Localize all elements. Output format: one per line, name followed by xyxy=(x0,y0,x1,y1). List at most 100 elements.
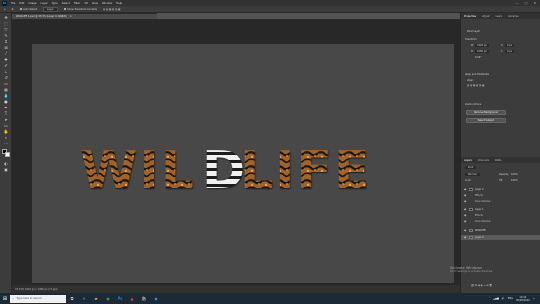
pen-tool-icon[interactable]: ✒ xyxy=(3,105,9,110)
background-color-swatch[interactable] xyxy=(5,152,10,157)
language-indicator[interactable]: ENG xyxy=(508,297,513,300)
eye-icon[interactable]: ◉ xyxy=(464,188,467,191)
menu-help[interactable]: Help xyxy=(116,2,122,5)
vscode-icon[interactable]: ◆ xyxy=(150,293,162,304)
layer-row-layer-1[interactable]: ◉ Layer 1 xyxy=(461,207,540,212)
menu-view[interactable]: View xyxy=(92,2,98,5)
menu-3d[interactable]: 3D xyxy=(84,2,88,5)
more-tools-icon[interactable]: ⋯ xyxy=(3,141,9,146)
close-tab-icon[interactable]: ✕ xyxy=(70,15,72,18)
task-view-icon[interactable]: ⧉ xyxy=(66,293,78,304)
layer-row-wildlife[interactable]: ◉ WILDLIFE xyxy=(461,228,540,233)
layer-row-drop-shadow[interactable]: ◉ Drop Shadow xyxy=(461,219,540,224)
align-icons[interactable]: ▤ ▥ ▦ ▧ ▨ ▩ xyxy=(467,84,484,87)
minimize-button[interactable]: — xyxy=(516,1,519,5)
maximize-button[interactable]: □ xyxy=(525,1,528,5)
quick-select-tool-icon[interactable]: ✎ xyxy=(3,33,9,38)
clock[interactable]: 10:44 05/08/2020 xyxy=(516,296,530,302)
brush-tool-icon[interactable]: ✐ xyxy=(3,63,9,68)
eye-icon[interactable]: ◉ xyxy=(464,214,467,217)
menu-layer[interactable]: Layer xyxy=(41,2,48,5)
eye-icon[interactable]: ◉ xyxy=(464,220,467,223)
quick-actions-header[interactable]: Quick Actions xyxy=(465,103,481,106)
notifications-icon[interactable]: ▭ xyxy=(533,297,535,300)
remove-background-button[interactable]: Remove Background xyxy=(466,110,506,115)
eyedropper-tool-icon[interactable]: ⁄ xyxy=(3,51,9,56)
quick-mask-icon[interactable]: ◐ xyxy=(3,161,9,166)
chrome-icon[interactable]: ◉ xyxy=(102,293,114,304)
menu-type[interactable]: Type xyxy=(52,2,58,5)
layer-row-layer-2[interactable]: ◉ Layer 2 xyxy=(461,187,540,192)
w-field[interactable]: 1920 px xyxy=(475,44,489,47)
menu-filter[interactable]: Filter xyxy=(74,2,80,5)
align-icons[interactable]: ▤ ▥ ▦ ▧ ▨ ▩ xyxy=(103,8,120,11)
eye-icon[interactable]: ◉ xyxy=(464,236,467,239)
tray-arrow-icon[interactable]: ˄ xyxy=(489,297,490,300)
angle-field[interactable]: 0.00° xyxy=(475,56,482,59)
layer-kind-filter[interactable]: Kind xyxy=(465,166,477,169)
tab-learn[interactable]: Learn xyxy=(496,15,503,18)
stamp-tool-icon[interactable]: ⊥ xyxy=(3,69,9,74)
auto-select-dropdown[interactable]: Layer xyxy=(42,6,58,12)
zoom-tool-icon[interactable]: ⌕ xyxy=(3,135,9,140)
eraser-tool-icon[interactable]: ▭ xyxy=(3,81,9,86)
blend-mode-dropdown[interactable]: Normal xyxy=(465,173,480,176)
volume-icon[interactable]: 🔊 xyxy=(502,297,505,300)
store-icon[interactable]: 🛍 xyxy=(138,293,150,304)
tab-channels[interactable]: Channels xyxy=(478,159,489,162)
healing-tool-icon[interactable]: ✚ xyxy=(3,57,9,62)
home-icon[interactable]: ⌂ xyxy=(4,8,6,11)
layer-row-effects[interactable]: ◉ Effects xyxy=(461,213,540,218)
canvas[interactable]: WIL D LIFE xyxy=(32,44,454,283)
layer-row-effects[interactable]: ◉ Effects xyxy=(461,193,540,198)
edge-browser-icon[interactable]: e xyxy=(78,293,90,304)
eye-icon[interactable]: ◉ xyxy=(464,200,467,203)
type-tool-icon[interactable]: T xyxy=(3,111,9,116)
tab-layers[interactable]: Layers xyxy=(464,159,472,162)
x-field[interactable]: 0 px xyxy=(505,44,515,47)
menu-window[interactable]: Window xyxy=(102,2,112,5)
blur-tool-icon[interactable]: 💧 xyxy=(3,93,9,98)
auto-select-checkbox[interactable]: Auto-Select xyxy=(19,8,37,11)
tab-properties[interactable]: Properties xyxy=(464,15,476,18)
file-explorer-icon[interactable]: ▰ xyxy=(90,293,102,304)
move-tool-icon[interactable]: ✥ xyxy=(12,8,14,11)
menu-image[interactable]: Image xyxy=(28,2,36,5)
transform-header[interactable]: Transform xyxy=(465,38,477,41)
path-select-tool-icon[interactable]: ➤ xyxy=(3,117,9,122)
dodge-tool-icon[interactable]: ● xyxy=(3,99,9,104)
select-subject-button[interactable]: Select Subject xyxy=(466,118,506,123)
y-field[interactable]: 0 px xyxy=(505,50,515,53)
photoshop-taskbar-icon[interactable]: Ps xyxy=(114,293,126,304)
hand-tool-icon[interactable]: ✋ xyxy=(3,129,9,134)
windows-start-icon[interactable]: ⊞ xyxy=(0,293,10,304)
marquee-tool-icon[interactable]: ⬚ xyxy=(3,21,9,26)
eye-icon[interactable]: ◉ xyxy=(464,229,467,232)
screen-mode-icon[interactable]: ▣ xyxy=(3,167,9,172)
frame-tool-icon[interactable]: ⊠ xyxy=(3,45,9,50)
menu-file[interactable]: File xyxy=(11,2,15,5)
menu-select[interactable]: Select xyxy=(62,2,70,5)
layer-footer-icons[interactable]: ⛓ fx ◑ ◐ ▭ ⊞ 🗑 xyxy=(471,284,492,287)
acrobat-icon[interactable]: ▲ xyxy=(126,293,138,304)
eye-icon[interactable]: ◉ xyxy=(464,194,467,197)
shape-tool-icon[interactable]: ▭ xyxy=(3,123,9,128)
layer-row-drop-shadow[interactable]: ◉ Drop Shadow xyxy=(461,199,540,204)
show-transform-checkbox[interactable]: Show Transform Controls xyxy=(63,8,97,11)
menu-edit[interactable]: Edit xyxy=(19,2,24,5)
close-window-button[interactable]: ✕ xyxy=(533,1,536,5)
lasso-tool-icon[interactable]: ➰ xyxy=(3,27,9,32)
tab-libraries[interactable]: Libraries xyxy=(508,15,518,18)
fill-value[interactable]: 100% xyxy=(511,179,518,182)
gradient-tool-icon[interactable]: ▦ xyxy=(3,87,9,92)
eye-icon[interactable]: ◉ xyxy=(464,208,467,211)
tab-paths[interactable]: Paths xyxy=(495,159,502,162)
history-brush-tool-icon[interactable]: ↺ xyxy=(3,75,9,80)
workspace[interactable]: WIL D LIFE xyxy=(12,19,460,285)
crop-tool-icon[interactable]: ⌗ xyxy=(3,39,9,44)
move-tool-icon[interactable]: ✥ xyxy=(3,15,9,20)
layer-row-layer-0[interactable]: ◉ Layer 0 xyxy=(461,235,540,240)
network-icon[interactable]: ▂▄▆ xyxy=(493,297,499,300)
tab-adjust[interactable]: Adjust xyxy=(482,15,489,18)
h-field[interactable]: 1080 px xyxy=(475,50,489,53)
